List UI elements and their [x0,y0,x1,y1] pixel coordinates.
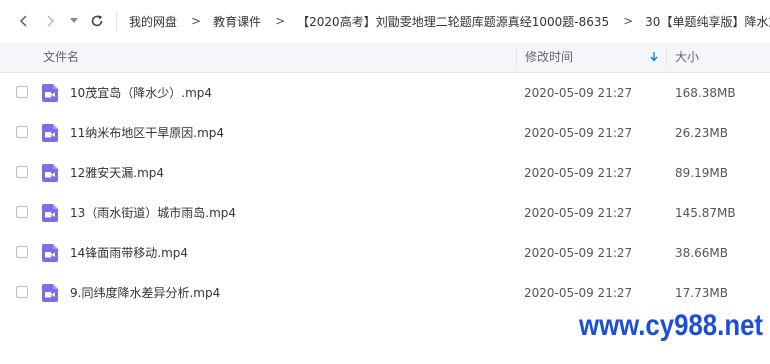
file-row[interactable]: 11纳米布地区干旱原因.mp4 2020-05-09 21:27 26.23MB [0,113,770,153]
forward-button[interactable] [40,11,60,31]
breadcrumb-separator: > [191,14,202,28]
file-modified-time: 2020-05-09 21:27 [524,86,633,100]
refresh-icon [91,15,103,27]
breadcrumb-item-geo-question-bank[interactable]: 【2020高考】刘勖雯地理二轮题库题源真经1000题-8635 [297,13,609,30]
row-checkbox[interactable] [16,206,28,218]
chevron-right-icon [47,15,54,27]
file-size: 17.73MB [675,286,728,300]
file-modified-time: 2020-05-09 21:27 [524,166,633,180]
breadcrumb-item-current-folder[interactable]: 30【单题纯享版】降水篇2 [645,13,770,30]
column-header-size[interactable]: 大小 [675,42,699,72]
chevron-left-icon [20,15,27,27]
file-list: 10茂宜岛（降水少）.mp4 2020-05-09 21:27 168.38MB… [0,73,770,313]
row-checkbox[interactable] [16,166,28,178]
row-checkbox[interactable] [16,86,28,98]
history-dropdown-button[interactable] [64,11,84,31]
column-header-filename[interactable]: 文件名 [43,42,79,72]
navigation-bar: 我的网盘 > 教育课件 > 【2020高考】刘勖雯地理二轮题库题源真经1000题… [0,0,770,42]
file-size: 168.38MB [675,86,736,100]
file-row[interactable]: 10茂宜岛（降水少）.mp4 2020-05-09 21:27 168.38MB [0,73,770,113]
row-checkbox[interactable] [16,246,28,258]
refresh-button[interactable] [87,11,107,31]
file-list-header: 文件名 修改时间 大小 [0,42,770,73]
column-divider [666,48,667,66]
breadcrumb-separator: > [623,14,634,28]
nav-divider [116,10,117,32]
file-size: 26.23MB [675,126,728,140]
breadcrumb-item-my-drive[interactable]: 我的网盘 [129,13,177,30]
video-file-icon [41,124,58,142]
file-size: 145.87MB [675,206,736,220]
file-name[interactable]: 13（雨水街道）城市雨岛.mp4 [70,193,236,233]
video-file-icon [41,244,58,262]
file-size: 89.19MB [675,166,728,180]
breadcrumb: 我的网盘 > 教育课件 > 【2020高考】刘勖雯地理二轮题库题源真经1000题… [129,0,770,42]
row-checkbox[interactable] [16,286,28,298]
video-file-icon [41,164,58,182]
sort-down-arrow-icon[interactable] [650,52,658,62]
file-row[interactable]: 9.同纬度降水差异分析.mp4 2020-05-09 21:27 17.73MB [0,273,770,313]
file-row[interactable]: 12雅安天漏.mp4 2020-05-09 21:27 89.19MB [0,153,770,193]
breadcrumb-separator: > [275,14,286,28]
file-browser: 我的网盘 > 教育课件 > 【2020高考】刘勖雯地理二轮题库题源真经1000题… [0,0,770,364]
file-modified-time: 2020-05-09 21:27 [524,286,633,300]
file-modified-time: 2020-05-09 21:27 [524,126,633,140]
chevron-down-icon [70,18,78,23]
video-file-icon [41,84,58,102]
file-row[interactable]: 13（雨水街道）城市雨岛.mp4 2020-05-09 21:27 145.87… [0,193,770,233]
breadcrumb-item-edu-courseware[interactable]: 教育课件 [213,13,261,30]
watermark: www.cy988.net [579,309,764,342]
file-name[interactable]: 14锋面雨带移动.mp4 [70,233,188,273]
video-file-icon [41,284,58,302]
column-header-modified[interactable]: 修改时间 [525,42,573,72]
file-modified-time: 2020-05-09 21:27 [524,246,633,260]
row-checkbox[interactable] [16,126,28,138]
column-divider [516,48,517,66]
file-name[interactable]: 10茂宜岛（降水少）.mp4 [70,73,212,113]
file-size: 38.66MB [675,246,728,260]
video-file-icon [41,204,58,222]
file-modified-time: 2020-05-09 21:27 [524,206,633,220]
file-name[interactable]: 9.同纬度降水差异分析.mp4 [70,273,220,313]
back-button[interactable] [14,11,34,31]
file-name[interactable]: 11纳米布地区干旱原因.mp4 [70,113,224,153]
file-row[interactable]: 14锋面雨带移动.mp4 2020-05-09 21:27 38.66MB [0,233,770,273]
file-name[interactable]: 12雅安天漏.mp4 [70,153,164,193]
